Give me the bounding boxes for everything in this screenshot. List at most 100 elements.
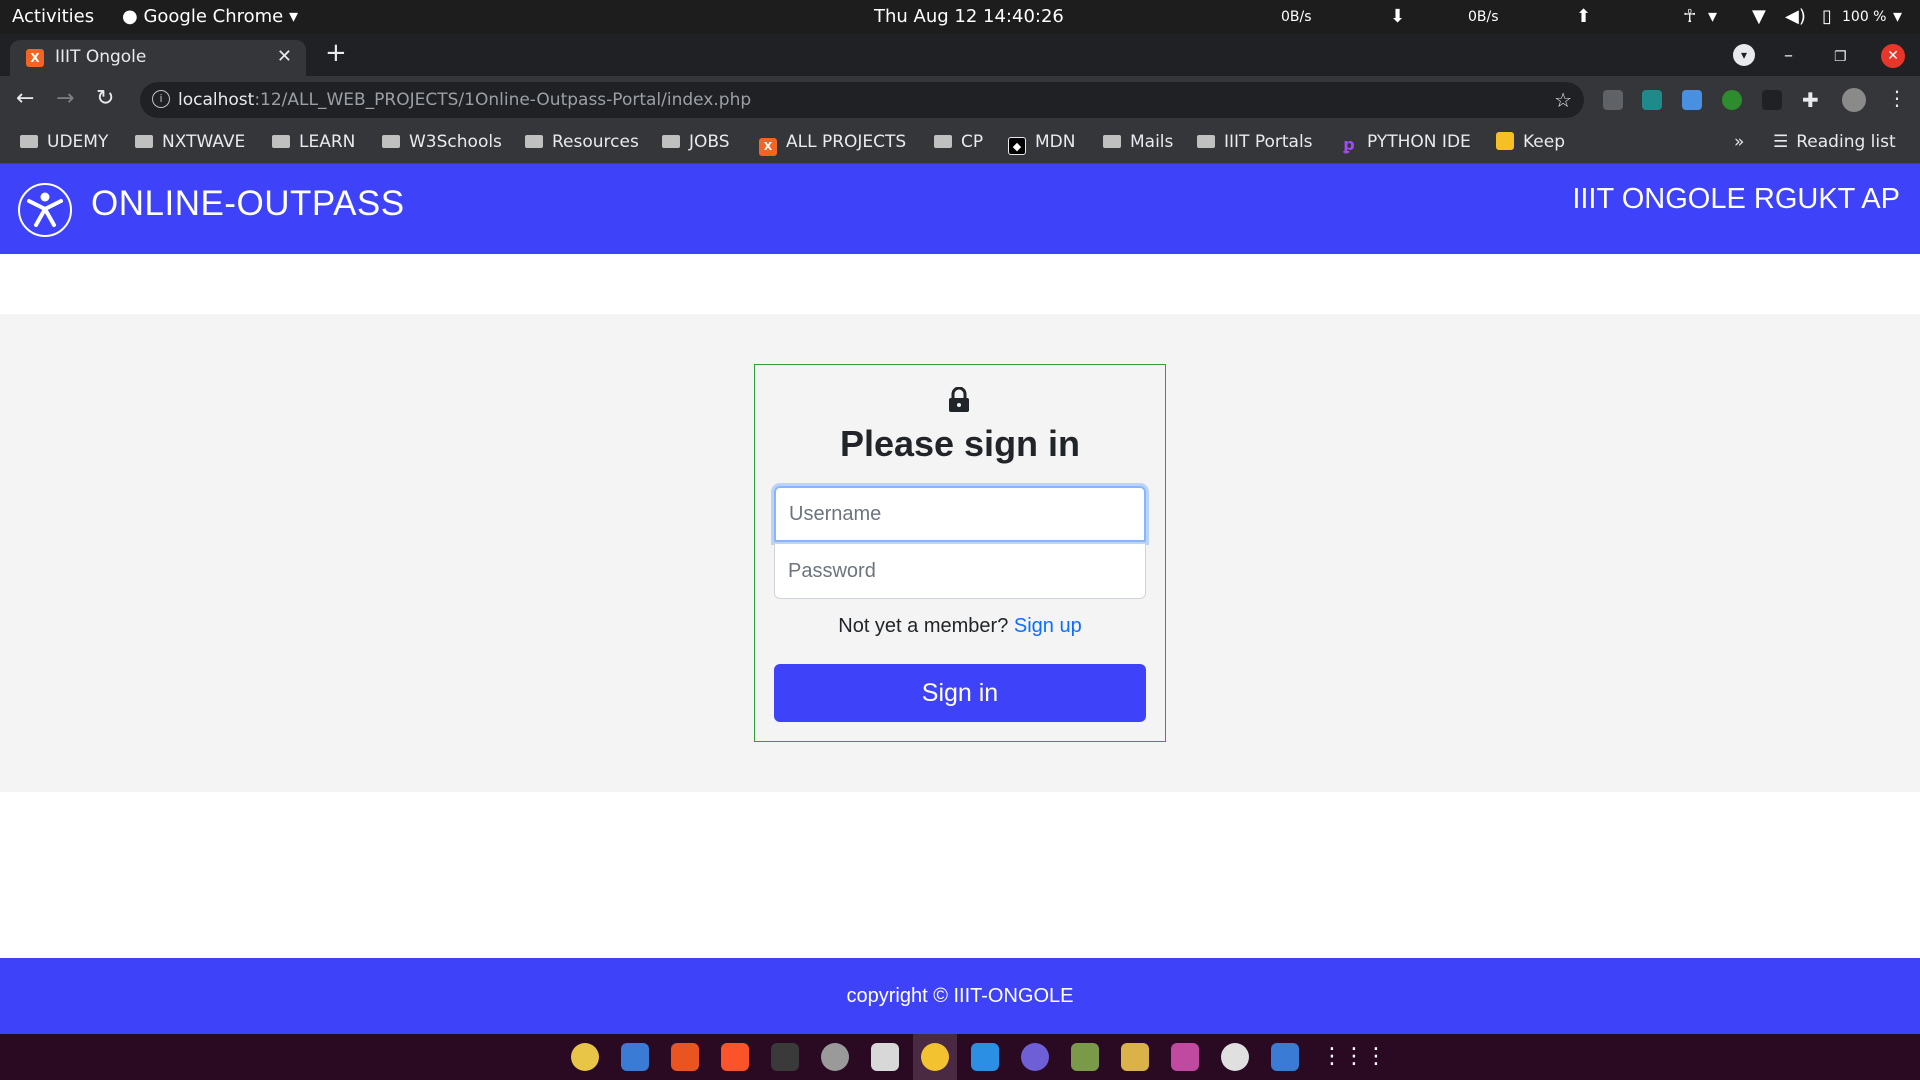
screenshot-icon[interactable] bbox=[1171, 1043, 1199, 1071]
xampp-favicon-icon: X bbox=[26, 49, 44, 67]
reading-list-label: Reading list bbox=[1796, 132, 1896, 152]
bookmark-label: MDN bbox=[1035, 132, 1076, 152]
reload-icon[interactable]: ↻ bbox=[96, 86, 114, 111]
extension-octotree-icon[interactable] bbox=[1762, 90, 1782, 110]
battery-icon[interactable]: ▯ bbox=[1822, 6, 1832, 27]
close-window-icon[interactable]: ✕ bbox=[1881, 44, 1905, 68]
username-input[interactable] bbox=[774, 486, 1146, 542]
bookmark-label: NXTWAVE bbox=[162, 132, 246, 152]
bookmark-label: IIIT Portals bbox=[1224, 132, 1313, 152]
logo-person-icon[interactable] bbox=[18, 183, 72, 237]
restore-icon[interactable]: ❐ bbox=[1834, 49, 1847, 65]
writer-icon[interactable] bbox=[621, 1043, 649, 1071]
app-menu[interactable]: ● Google Chrome ▾ bbox=[122, 6, 298, 27]
bookmark-label: PYTHON IDE bbox=[1367, 132, 1471, 152]
software-center-icon[interactable] bbox=[671, 1043, 699, 1071]
browser-tab-strip: X IIIT Ongole ✕ bbox=[0, 34, 1920, 76]
url-text[interactable]: localhost:12/ALL_WEB_PROJECTS/1Online-Ou… bbox=[178, 90, 751, 110]
folder-icon bbox=[662, 135, 680, 148]
bookmark-python-ide[interactable]: ꝑ PYTHON IDE bbox=[1340, 132, 1471, 154]
rhythmbox-icon[interactable] bbox=[571, 1043, 599, 1071]
profile-avatar[interactable] bbox=[1842, 88, 1866, 112]
extension-badge-icon[interactable] bbox=[1603, 90, 1623, 110]
wifi-icon[interactable]: ▼ bbox=[1752, 6, 1766, 27]
folder-icon bbox=[934, 135, 952, 148]
files-icon[interactable] bbox=[871, 1043, 899, 1071]
close-tab-icon[interactable]: ✕ bbox=[277, 46, 292, 67]
institute-name: IIIT ONGOLE RGUKT AP bbox=[1572, 183, 1900, 215]
vscode-icon[interactable] bbox=[971, 1043, 999, 1071]
chevron-down-icon[interactable]: ▾ bbox=[1708, 6, 1717, 27]
login-form: Please sign in Not yet a member? Sign up… bbox=[754, 364, 1166, 742]
cheese-icon[interactable] bbox=[1221, 1043, 1249, 1071]
bookmark-resources[interactable]: Resources bbox=[525, 132, 639, 152]
eclipse-icon[interactable] bbox=[1021, 1043, 1049, 1071]
archive-icon[interactable] bbox=[1121, 1043, 1149, 1071]
bookmark-iiit-portals[interactable]: IIIT Portals bbox=[1197, 132, 1313, 152]
bookmark-label: CP bbox=[961, 132, 984, 152]
settings-icon[interactable] bbox=[821, 1043, 849, 1071]
net-upload-speed: 0B/s bbox=[1468, 9, 1499, 25]
bookmark-label: JOBS bbox=[689, 132, 730, 152]
download-arrow-icon: ⬇ bbox=[1390, 6, 1406, 27]
reading-list-button[interactable]: ☰ Reading list bbox=[1773, 132, 1896, 152]
system-menu-chevron-icon[interactable]: ▾ bbox=[1893, 6, 1902, 27]
upload-arrow-icon: ⬆ bbox=[1576, 6, 1592, 27]
accessibility-icon[interactable]: ☥ bbox=[1683, 6, 1696, 27]
back-arrow-icon[interactable]: ← bbox=[16, 86, 34, 111]
tab-search-icon[interactable]: ▾ bbox=[1733, 44, 1755, 66]
bookmark-label: W3Schools bbox=[409, 132, 502, 152]
extension-copy-icon[interactable] bbox=[1682, 90, 1702, 110]
terminal-icon[interactable] bbox=[771, 1043, 799, 1071]
bookmark-label: LEARN bbox=[299, 132, 356, 152]
volume-icon[interactable]: ◀) bbox=[1785, 6, 1806, 27]
bookmark-label: Resources bbox=[552, 132, 639, 152]
bookmark-mdn[interactable]: ◆ MDN bbox=[1008, 132, 1075, 155]
clock[interactable]: Thu Aug 12 14:40:26 bbox=[874, 6, 1064, 27]
bookmarks-overflow-button[interactable]: » bbox=[1734, 132, 1744, 152]
bookmark-nxtwave[interactable]: NXTWAVE bbox=[135, 132, 245, 152]
folder-icon bbox=[20, 135, 38, 148]
tab-title: IIIT Ongole bbox=[55, 47, 147, 67]
chrome-small-icon: ● bbox=[122, 6, 144, 27]
brave-icon[interactable] bbox=[721, 1043, 749, 1071]
bookmark-mails[interactable]: Mails bbox=[1103, 132, 1173, 152]
bookmark-cp[interactable]: CP bbox=[934, 132, 983, 152]
xampp-manager-icon[interactable] bbox=[1071, 1043, 1099, 1071]
bookmark-label: Mails bbox=[1130, 132, 1174, 152]
extension-notion-icon[interactable] bbox=[1642, 90, 1662, 110]
taskbar-dock: ⋮⋮⋮ bbox=[0, 1034, 1920, 1080]
bookmark-keep[interactable]: Keep bbox=[1496, 132, 1565, 152]
extensions-puzzle-icon[interactable]: ✚ bbox=[1802, 88, 1819, 112]
site-info-icon[interactable]: i bbox=[152, 90, 170, 108]
bookmark-jobs[interactable]: JOBS bbox=[662, 132, 730, 152]
net-download-speed: 0B/s bbox=[1281, 9, 1312, 25]
bookmark-udemy[interactable]: UDEMY bbox=[20, 132, 108, 152]
tab-iiit-ongole[interactable]: X IIIT Ongole ✕ bbox=[10, 40, 306, 76]
bookmark-star-icon[interactable]: ☆ bbox=[1554, 88, 1572, 112]
signin-button[interactable]: Sign in bbox=[774, 664, 1146, 722]
keep-icon bbox=[1496, 132, 1514, 150]
bookmark-learn[interactable]: LEARN bbox=[272, 132, 355, 152]
password-input[interactable] bbox=[774, 543, 1146, 599]
signup-link[interactable]: Sign up bbox=[1014, 615, 1082, 637]
bookmark-all-projects[interactable]: X ALL PROJECTS bbox=[759, 132, 906, 156]
show-apps-grid-icon[interactable]: ⋮⋮⋮ bbox=[1321, 1043, 1387, 1071]
chrome-menu-icon[interactable]: ⋮ bbox=[1887, 86, 1907, 110]
bookmark-w3schools[interactable]: W3Schools bbox=[382, 132, 502, 152]
text-editor-icon[interactable] bbox=[1271, 1043, 1299, 1071]
folder-icon bbox=[525, 135, 543, 148]
bookmarks-bar: UDEMY NXTWAVE LEARN W3Schools Resources … bbox=[0, 124, 1920, 164]
new-tab-button[interactable]: + bbox=[325, 38, 347, 68]
extension-tree-icon[interactable] bbox=[1722, 90, 1742, 110]
forward-arrow-icon[interactable]: → bbox=[56, 86, 74, 111]
chrome-icon[interactable] bbox=[921, 1043, 949, 1071]
brand-title[interactable]: ONLINE-OUTPASS bbox=[91, 184, 405, 224]
minimize-icon[interactable]: – bbox=[1784, 45, 1793, 66]
copyright-text: copyright © IIIT-ONGOLE bbox=[846, 985, 1074, 1007]
activities-button[interactable]: Activities bbox=[12, 6, 94, 27]
address-bar[interactable]: i localhost:12/ALL_WEB_PROJECTS/1Online-… bbox=[140, 82, 1584, 118]
replit-icon: ꝑ bbox=[1343, 135, 1355, 154]
chevron-down-icon: ▾ bbox=[288, 6, 299, 27]
folder-icon bbox=[1197, 135, 1215, 148]
